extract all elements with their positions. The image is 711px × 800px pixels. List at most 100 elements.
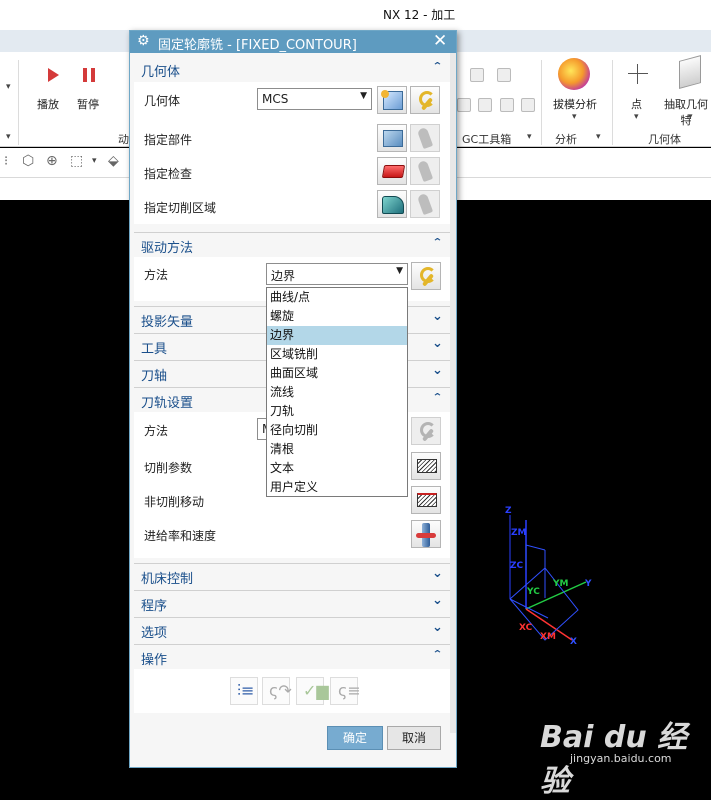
- ribbon-group-geometry: 几何体: [648, 133, 681, 146]
- rectangle-select-icon[interactable]: ⬚: [70, 153, 83, 169]
- section-machine-control-header[interactable]: 机床控制 ⌄: [134, 563, 450, 587]
- point-icon[interactable]: [628, 64, 648, 84]
- edit-drive-method-button[interactable]: [411, 262, 441, 290]
- drive-method-option[interactable]: 曲线/点: [267, 288, 407, 307]
- specify-check-button[interactable]: [377, 157, 407, 185]
- cut-params-button[interactable]: [411, 452, 441, 480]
- drive-method-option[interactable]: 边界: [267, 326, 407, 345]
- drive-method-option[interactable]: 曲面区域: [267, 364, 407, 383]
- view-cube-icon[interactable]: ⬙: [108, 153, 119, 169]
- geometry-select[interactable]: MCS ▼: [257, 88, 372, 110]
- drive-method-select[interactable]: 边界 ▼: [266, 263, 408, 285]
- mcs-icon: [381, 90, 403, 110]
- specify-part-button[interactable]: [377, 124, 407, 152]
- zm-label: ZM: [511, 528, 527, 538]
- collapse-icon: ⌃: [432, 648, 443, 661]
- dropdown-arrow-icon[interactable]: ▾: [6, 132, 11, 142]
- xm-label: XM: [540, 632, 556, 642]
- play-icon[interactable]: [48, 68, 59, 82]
- non-cutting-label: 非切削移动: [144, 495, 205, 509]
- section-actions-body: [134, 669, 450, 713]
- dropdown-arrow-icon[interactable]: ▾: [527, 132, 532, 142]
- multi-select-icon[interactable]: ⊕: [46, 153, 58, 169]
- draft-analysis-button[interactable]: 拔模分析: [553, 96, 597, 112]
- flashlight-icon: [416, 159, 434, 183]
- chevron-down-icon: ▼: [396, 266, 403, 276]
- dropdown-arrow-icon[interactable]: ▾: [596, 132, 601, 142]
- section-title: 投影矢量: [141, 315, 194, 330]
- drive-method-dropdown-list[interactable]: 曲线/点 螺旋 边界 区域铣削 曲面区域 流线 刀轨 径向切削 清根 文本 用户…: [266, 287, 408, 497]
- expand-icon: ⌄: [432, 593, 443, 608]
- section-drive-method-header[interactable]: 驱动方法 ⌃: [134, 232, 450, 256]
- section-title: 机床控制: [141, 572, 194, 587]
- pause-icon[interactable]: [83, 68, 95, 82]
- y-label: Y: [585, 579, 592, 589]
- dropdown-arrow-icon[interactable]: ▾: [92, 156, 97, 166]
- drive-method-option[interactable]: 刀轨: [267, 402, 407, 421]
- extract-geometry-icon[interactable]: [679, 55, 701, 89]
- drive-method-option[interactable]: 文本: [267, 459, 407, 478]
- drive-method-option[interactable]: 径向切削: [267, 421, 407, 440]
- section-title: 刀轴: [141, 369, 168, 384]
- dropdown-arrow-icon[interactable]: ▾: [634, 112, 639, 122]
- ok-button[interactable]: 确定: [327, 726, 383, 750]
- dialog-scrollbar[interactable]: [450, 53, 456, 733]
- section-actions-header[interactable]: 操作 ⌃: [134, 644, 450, 668]
- edit-path-method-button: [411, 417, 441, 445]
- dropdown-arrow-icon[interactable]: ▾: [688, 112, 693, 122]
- drive-method-option[interactable]: 螺旋: [267, 307, 407, 326]
- ym-label: YM: [553, 579, 569, 589]
- pause-button[interactable]: 暂停: [77, 96, 99, 112]
- generate-button[interactable]: ⫶≡: [230, 677, 258, 705]
- z-label: Z: [505, 506, 512, 516]
- wrench-icon: [417, 91, 435, 109]
- ribbon-divider: [612, 60, 613, 145]
- snap-icon[interactable]: ⁝: [4, 154, 8, 169]
- expand-icon: ⌄: [432, 309, 443, 324]
- feeds-speeds-button[interactable]: [411, 520, 441, 548]
- draft-analysis-icon[interactable]: [558, 58, 590, 90]
- ribbon-group-gc-toolbox: GC工具箱: [462, 133, 512, 146]
- gc-tool-icon[interactable]: [521, 98, 535, 112]
- cut-parameters-icon: [417, 459, 437, 473]
- drive-method-option[interactable]: 区域铣削: [267, 345, 407, 364]
- display-cut-area-button: [410, 190, 440, 218]
- gc-tool-icon[interactable]: [470, 68, 484, 82]
- cancel-button[interactable]: 取消: [387, 726, 441, 750]
- part-body-icon: [383, 130, 403, 147]
- gc-tool-icon[interactable]: [478, 98, 492, 112]
- close-icon[interactable]: ✕: [433, 31, 447, 51]
- gear-icon: ⚙: [137, 33, 150, 49]
- wrench-icon: [418, 267, 436, 285]
- new-geometry-button[interactable]: [377, 86, 407, 114]
- gc-tool-icon[interactable]: [500, 98, 514, 112]
- flashlight-icon: [416, 126, 434, 150]
- collapse-icon: ⌃: [432, 391, 443, 404]
- hexagon-icon[interactable]: ⬡: [22, 153, 34, 169]
- specify-cut-area-button[interactable]: [377, 190, 407, 218]
- extract-geometry-button[interactable]: 抽取几何特: [661, 96, 711, 128]
- section-title: 驱动方法: [141, 241, 194, 256]
- dropdown-arrow-icon[interactable]: ▾: [6, 82, 11, 92]
- dialog-title-bar[interactable]: ⚙ 固定轮廓铣 - [FIXED_CONTOUR] ✕: [130, 31, 456, 53]
- drive-method-option[interactable]: 清根: [267, 440, 407, 459]
- section-program-header[interactable]: 程序 ⌄: [134, 590, 450, 614]
- dropdown-arrow-icon[interactable]: ▾: [572, 112, 577, 122]
- drive-method-option[interactable]: 用户定义: [267, 478, 407, 497]
- expand-icon: ⌄: [432, 363, 443, 378]
- non-cutting-button[interactable]: [411, 486, 441, 514]
- cut-params-label: 切削参数: [144, 461, 193, 475]
- gc-tool-icon[interactable]: [497, 68, 511, 82]
- replay-button: ς↷: [262, 677, 292, 705]
- point-button[interactable]: 点: [631, 96, 642, 112]
- drive-method-option[interactable]: 流线: [267, 383, 407, 402]
- check-body-icon: [381, 165, 406, 178]
- play-button[interactable]: 播放: [37, 96, 59, 112]
- section-geometry-header[interactable]: 几何体 ⌃: [134, 57, 450, 81]
- gc-tool-icon[interactable]: [457, 98, 471, 112]
- section-options-header[interactable]: 选项 ⌄: [134, 617, 450, 641]
- path-method-label: 方法: [144, 424, 169, 438]
- display-check-button: [410, 157, 440, 185]
- xc-label: XC: [519, 623, 533, 633]
- edit-geometry-button[interactable]: [410, 86, 440, 114]
